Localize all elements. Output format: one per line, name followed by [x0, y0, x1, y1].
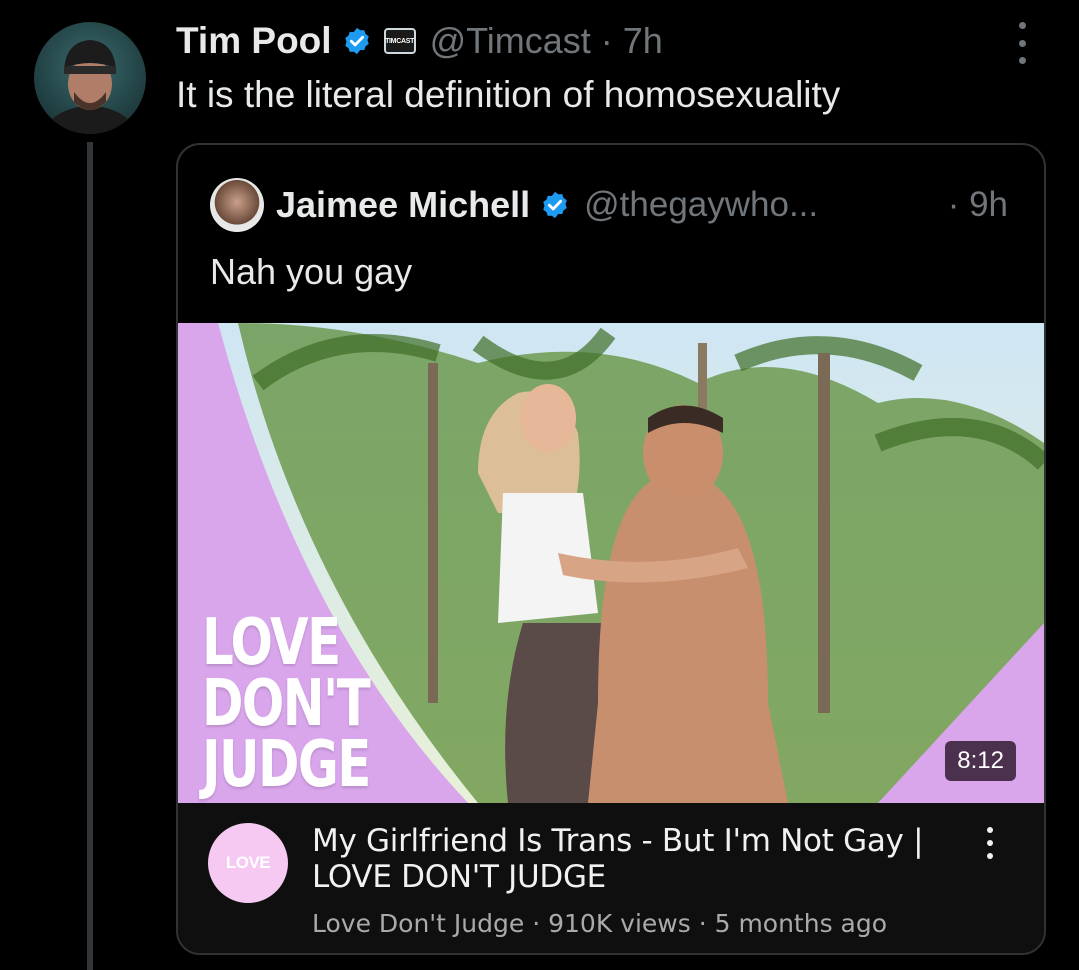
channel-avatar[interactable]: LOVE	[208, 823, 288, 903]
video-info[interactable]: LOVE My Girlfriend Is Trans - But I'm No…	[178, 803, 1044, 953]
affiliate-badge[interactable]: TIMCAST	[383, 28, 416, 54]
more-vertical-icon[interactable]	[982, 827, 998, 859]
dot	[1018, 57, 1026, 64]
video-meta: Love Don't Judge · 910K views · 5 months…	[312, 909, 888, 938]
author-handle-time[interactable]: @Timcast · 7h	[430, 20, 663, 62]
quote-text: Nah you gay	[210, 251, 413, 292]
video-title[interactable]: My Girlfriend Is Trans - But I'm Not Gay…	[312, 823, 962, 895]
quote-header: Jaimee Michell @thegaywho...	[210, 178, 819, 232]
quote-author-handle: @thegaywho...	[584, 185, 819, 224]
quote-author-name: Jaimee Michell	[276, 184, 531, 225]
verified-badge-icon	[543, 191, 567, 219]
dot	[987, 840, 993, 846]
logo-line-2: DON'T	[202, 666, 371, 741]
dot	[1018, 39, 1026, 47]
dot	[987, 827, 993, 833]
video-duration-badge: 8:12	[945, 741, 1016, 781]
tweet-text: It is the literal definition of homosexu…	[176, 74, 841, 115]
author-avatar[interactable]	[34, 22, 146, 134]
dot	[1018, 22, 1026, 29]
dot	[987, 853, 993, 859]
tweet-header: Tim Pool TIMCAST @Timcast · 7h	[176, 18, 663, 64]
show-logo: LOVE DON'T JUDGE	[202, 606, 417, 802]
more-vertical-icon[interactable]	[1012, 22, 1032, 64]
logo-line-3: JUDGE	[202, 727, 371, 802]
thread-connector-line	[87, 142, 93, 970]
user-avatar-icon	[42, 40, 138, 134]
video-thumbnail[interactable]: LOVE DON'T JUDGE 8:12	[178, 323, 1044, 803]
logo-line-1: LOVE	[202, 606, 341, 680]
quote-avatar[interactable]	[210, 178, 264, 232]
author-name[interactable]: Tim Pool	[176, 20, 332, 62]
quote-time: · 9h	[947, 185, 1008, 224]
quoted-tweet[interactable]: Jaimee Michell @thegaywho... · 9h Nah yo…	[176, 143, 1046, 955]
verified-badge-icon	[344, 27, 369, 55]
